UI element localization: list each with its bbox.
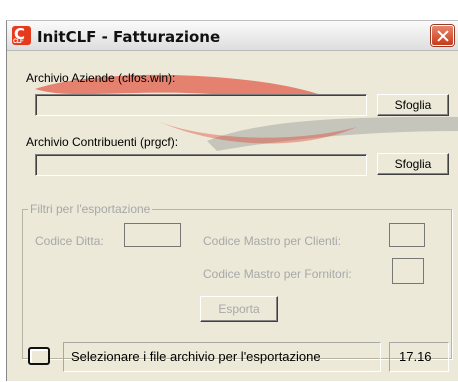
status-document-icon xyxy=(28,347,50,365)
archivio-contribuenti-field[interactable] xyxy=(35,154,367,176)
status-message: Selezionare i file archivio per l'esport… xyxy=(71,349,321,364)
export-filters-legend: Filtri per l'esportazione xyxy=(28,202,153,216)
main-window: C CLF InitCLF - Fatturazione Archivio Az… xyxy=(6,20,458,381)
title-bar[interactable]: C CLF InitCLF - Fatturazione xyxy=(7,21,458,51)
export-filters-group xyxy=(22,209,452,359)
codice-mastro-clienti-label: Codice Mastro per Clienti: xyxy=(203,234,342,248)
app-icon-letters: CLF xyxy=(13,39,24,45)
archivio-aziende-field[interactable] xyxy=(35,94,367,116)
codice-mastro-clienti-field[interactable] xyxy=(389,223,425,247)
esporta-button[interactable]: Esporta xyxy=(200,296,278,322)
archivio-contribuenti-label: Archivio Contribuenti (prgcf): xyxy=(26,135,179,149)
sfoglia-aziende-button[interactable]: Sfoglia xyxy=(377,94,449,116)
sfoglia-contribuenti-button[interactable]: Sfoglia xyxy=(377,153,449,175)
window-title: InitCLF - Fatturazione xyxy=(37,28,221,46)
archivio-aziende-label: Archivio Aziende (clfos.win): xyxy=(26,71,176,85)
close-button[interactable] xyxy=(431,25,454,46)
status-time: 17.16 xyxy=(399,349,432,364)
codice-mastro-fornitori-label: Codice Mastro per Fornitori: xyxy=(203,267,352,281)
app-logo-icon: C CLF xyxy=(12,26,31,45)
codice-ditta-field[interactable] xyxy=(124,223,181,247)
codice-ditta-label: Codice Ditta: xyxy=(35,234,104,248)
codice-mastro-fornitori-field[interactable] xyxy=(392,258,424,284)
